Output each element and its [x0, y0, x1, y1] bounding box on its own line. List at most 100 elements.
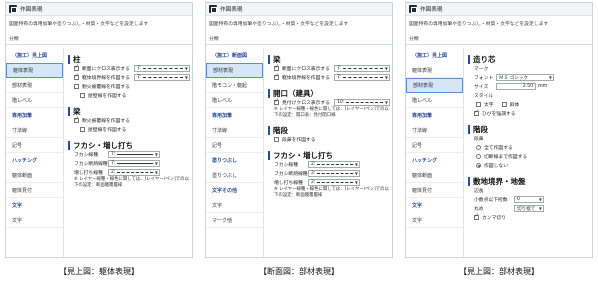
checkbox[interactable]	[74, 116, 79, 123]
app-icon	[409, 5, 417, 13]
sidebar-item[interactable]: 階レベル	[406, 93, 463, 108]
checkbox[interactable]	[474, 213, 479, 220]
checkbox[interactable]	[274, 98, 279, 105]
font-select[interactable]: ＭＳ ゴシック ▼	[496, 74, 554, 81]
checkbox-label: 耐火被覆線を作図する	[82, 119, 130, 124]
checkbox-label: 断面にクロス表示する	[282, 67, 330, 72]
section-heading: 梁	[68, 106, 190, 116]
title-bar: 作図表現	[6, 3, 192, 16]
caption-2: 【断面図：部材表現】	[259, 267, 339, 276]
sidebar-group: （施工）断面図	[212, 53, 248, 59]
linetype-select[interactable]: 7: ▼	[108, 151, 160, 158]
radio-label: 作図しない	[484, 164, 508, 169]
radio[interactable]	[476, 163, 481, 168]
size-input[interactable]: 2.50	[496, 83, 536, 90]
sidebar-group: （施工）見上図	[412, 53, 448, 59]
checkbox-label: 屋壁線を作図する	[88, 128, 127, 133]
checkbox[interactable]	[474, 109, 479, 116]
section-heading: 階段	[268, 125, 390, 135]
chevron-down-icon: ▼	[154, 152, 158, 157]
sidebar-item[interactable]: 部材表現	[6, 78, 63, 93]
radio[interactable]	[476, 145, 481, 150]
field-label: 段鼻	[474, 137, 484, 142]
checkbox[interactable]	[476, 102, 481, 107]
sidebar-item[interactable]: 寸法線	[6, 123, 63, 138]
linetype-select[interactable]: 7: ▼	[334, 74, 390, 81]
section-heading: 敷地境界・地盤	[468, 176, 590, 186]
checkbox[interactable]	[80, 93, 85, 98]
checkbox[interactable]	[274, 64, 279, 71]
checkbox[interactable]	[274, 73, 279, 80]
sidebar-item[interactable]: 記号	[206, 138, 263, 153]
unit-label: mm	[538, 84, 548, 89]
dialog-panel-3: 作図表現 図面特有の専用加筆や塗りつぶし・材質・文字などを設定します 分類 （施…	[405, 2, 593, 258]
digits-select[interactable]: 0 ▼	[514, 196, 544, 203]
rounding-select[interactable]: 切り捨て ▼	[514, 205, 544, 212]
description-text: 図面特有の専用加筆や塗りつぶし・材質・文字などを設定します	[209, 22, 349, 27]
section-heading: フカシ・増し打ち	[268, 150, 390, 160]
chevron-down-icon: ▼	[548, 75, 552, 80]
window-title: 作図表現	[20, 7, 43, 13]
linetype-select[interactable]: 2: ▼	[308, 161, 360, 168]
linetype-select[interactable]: 7: ▼	[134, 65, 190, 72]
checkbox-label: 耐火被覆線を作図する	[82, 85, 130, 90]
sidebar-item[interactable]: 躯体見付	[6, 183, 63, 198]
sidebar-item[interactable]: 塗りつぶし	[206, 168, 263, 183]
chevron-down-icon: ▼	[354, 180, 358, 185]
field-label: 小数点以下桁数	[474, 198, 508, 203]
sidebar-item[interactable]: 記号	[6, 138, 63, 153]
radio[interactable]	[476, 154, 481, 159]
sidebar-item[interactable]: 躯体断面	[406, 168, 463, 183]
sidebar-item[interactable]: 階レベル	[6, 93, 63, 108]
sidebar-item[interactable]: 部材表現	[206, 63, 263, 78]
title-bar: 作図表現	[406, 3, 592, 16]
sidebar-item[interactable]: 階レベル	[206, 93, 263, 108]
sidebar-item[interactable]: 階モコン・躯起	[206, 78, 263, 93]
chevron-down-icon: ▼	[384, 100, 388, 105]
field-label: マーク	[474, 67, 489, 72]
sidebar-item[interactable]: 躯体表現	[406, 63, 463, 78]
sidebar-group: （施工）見上図	[12, 53, 48, 59]
sidebar-item[interactable]: マーク他	[206, 213, 263, 228]
sidebar-item[interactable]: 文字	[206, 198, 263, 213]
sidebar-item[interactable]: 躯体断面	[6, 168, 63, 183]
section-heading: 開口（建具）	[268, 88, 390, 98]
caption-1: 【見上図：躯体表現】	[59, 267, 139, 276]
category-label: 分類	[206, 27, 392, 45]
field-label: サイズ	[474, 85, 489, 90]
sidebar-item[interactable]: 文字	[406, 213, 463, 228]
checkbox-label: 躯体境界線を作図する	[282, 76, 330, 81]
checkbox[interactable]	[80, 127, 85, 132]
section-heading: 柱	[68, 54, 190, 64]
window-title: 作図表現	[220, 7, 243, 13]
checkbox[interactable]	[74, 73, 79, 80]
checkbox[interactable]	[74, 64, 79, 71]
note-text: ※ レイヤー線種・線色に関しては、[レイヤー/ペン]での以下の設定：断面躯覆層様	[274, 187, 389, 198]
checkbox[interactable]	[501, 102, 507, 107]
caption-3: 【見上図：部材表現】	[459, 267, 539, 276]
section-heading: フカシ・増し打ち	[68, 140, 190, 150]
linetype-select[interactable]: 7: ▼	[108, 160, 160, 167]
linetype-select[interactable]: 10: ▼	[334, 99, 390, 106]
sidebar-item[interactable]: 寸法線	[206, 123, 263, 138]
linetype-select[interactable]: 7: ▼	[134, 74, 190, 81]
title-bar: 作図表現	[206, 3, 392, 16]
field-label: フカシ線種	[274, 163, 298, 168]
linetype-select[interactable]: 2: ▼	[308, 170, 360, 177]
linetype-select[interactable]: 2: ▼	[308, 179, 360, 186]
sidebar-item[interactable]: 文字	[6, 213, 63, 228]
checkbox-label: カンマ切り	[482, 216, 506, 221]
sidebar-item[interactable]: 躯体表現	[6, 63, 63, 78]
sidebar-item[interactable]: 躯体見付	[406, 183, 463, 198]
window-title: 作図表現	[420, 7, 443, 13]
checkbox[interactable]	[274, 137, 279, 142]
radio-label: 全て作図する	[484, 146, 513, 151]
linetype-select[interactable]: 2: ▼	[108, 169, 160, 176]
sidebar-item[interactable]: 寸法線	[406, 123, 463, 138]
sidebar-group: 塗りつぶし	[212, 158, 238, 164]
sidebar-item[interactable]: 部材表現	[406, 78, 463, 93]
checkbox[interactable]	[74, 84, 79, 89]
linetype-select[interactable]: 7: ▼	[334, 65, 390, 72]
sidebar-item[interactable]: 記号	[406, 138, 463, 153]
chevron-down-icon: ▼	[538, 197, 542, 202]
